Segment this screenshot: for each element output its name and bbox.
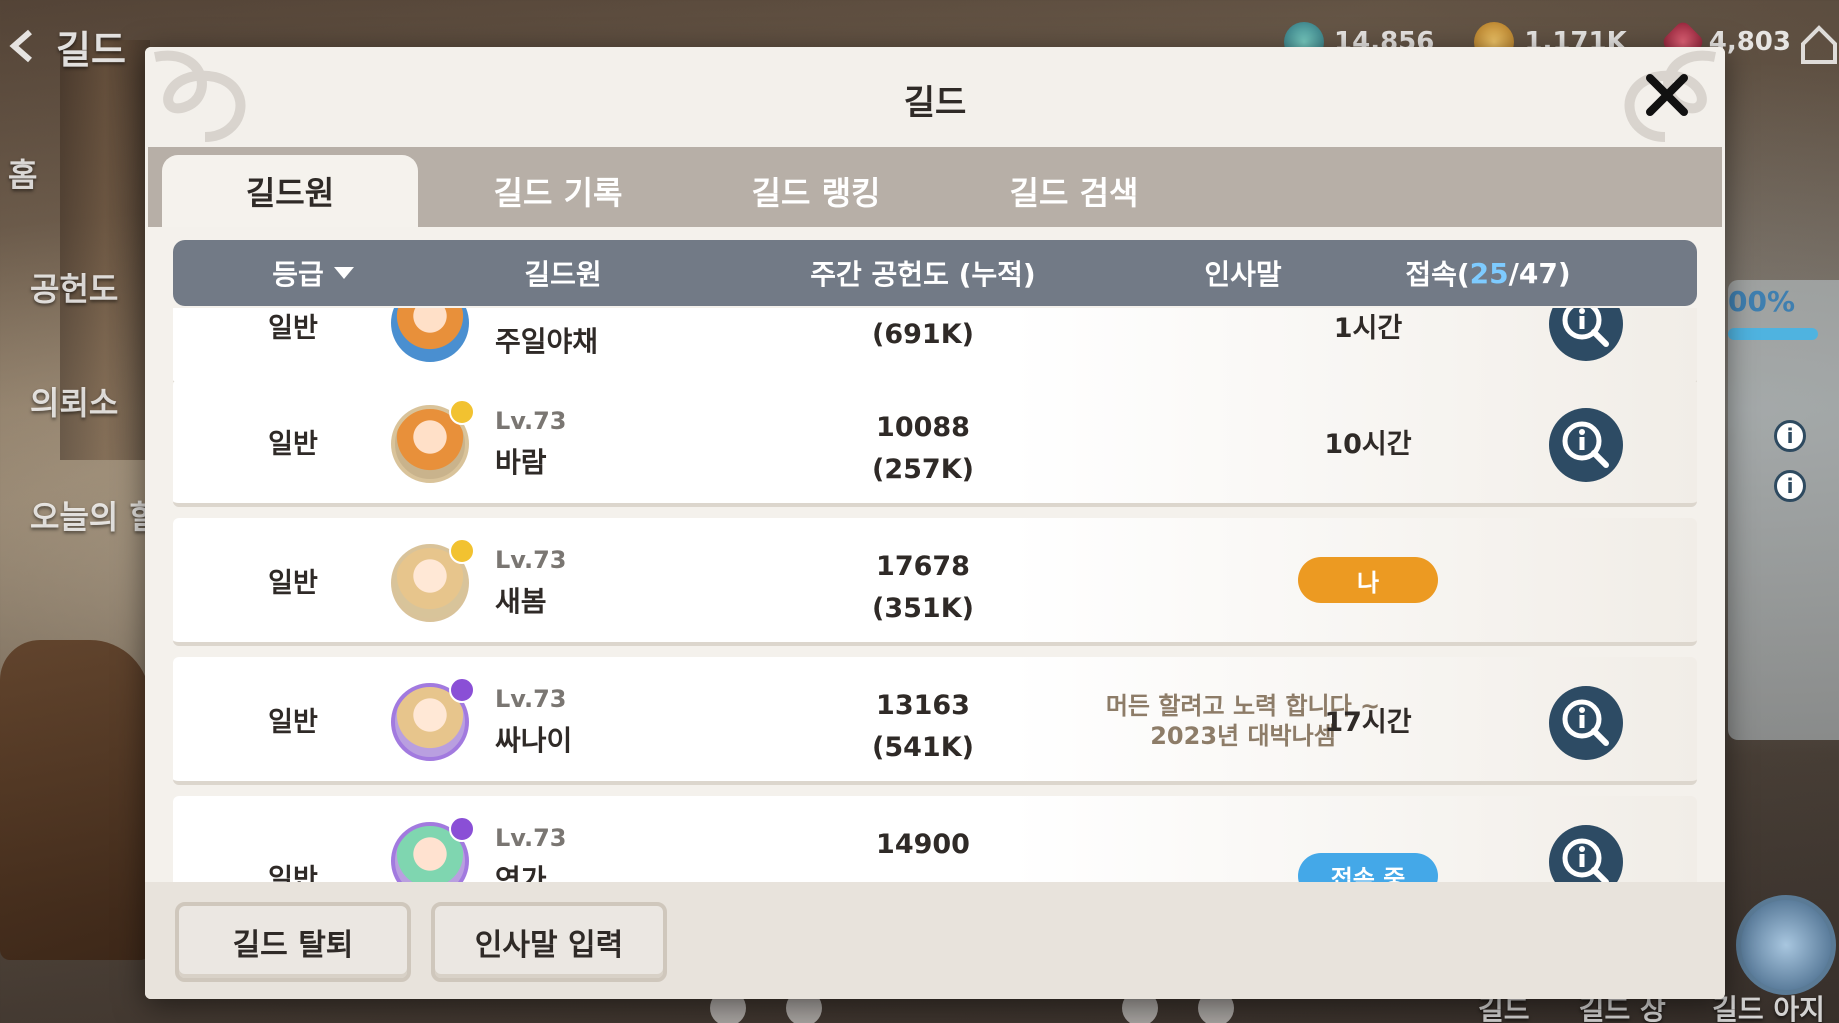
home-icon[interactable] — [1799, 22, 1839, 66]
top-nav: 길드 — [0, 18, 126, 74]
bottom-nav-hideout[interactable]: 길드 아지트 — [1712, 988, 1839, 1023]
tab-ranking[interactable]: 길드 랭킹 — [688, 155, 944, 227]
column-access: 접속(25/47) — [1353, 240, 1623, 306]
member-row[interactable]: 일반 Lv.73 싸나이 13163 (541K) 머든 할려고 노력 합니다 … — [173, 657, 1697, 785]
tab-records[interactable]: 길드 기록 — [430, 155, 686, 227]
member-total-contribution: (257K) — [872, 454, 974, 485]
member-grade: 일반 — [268, 567, 318, 599]
modal-title: 길드 — [903, 83, 967, 123]
left-menu: 홈 공헌도 의뢰소 오늘의 할 — [8, 150, 159, 540]
member-total-contribution: (351K) — [872, 593, 974, 624]
member-status: 1시간 — [1333, 313, 1403, 344]
member-status: 17시간 — [1324, 706, 1412, 738]
enter-greeting-button[interactable]: 인사말 입력 — [431, 902, 667, 982]
member-grade: 일반 — [268, 706, 318, 738]
column-greeting: 인사말 — [1093, 240, 1393, 306]
caret-down-icon — [333, 267, 354, 279]
member-contribution: 17678 (351K) — [773, 546, 1073, 630]
guild-modal: 길드 길드원 길드 기록 길드 랭킹 길드 검색 등급 길드원 주간 공헌도 (… — [145, 47, 1725, 999]
side-percent: 00% — [1728, 285, 1796, 318]
column-grade-label: 등급 — [272, 258, 324, 291]
member-name: 새봄 — [495, 585, 547, 618]
member-row[interactable]: 일반 Lv.73 바람 10088 (257K) 10시간 — [173, 379, 1697, 507]
member-status: 10시간 — [1324, 428, 1412, 460]
member-name: 주일야채 — [495, 325, 599, 358]
member-contribution: 10088 (257K) — [773, 407, 1073, 491]
gold-badge-icon — [449, 538, 475, 564]
member-level: Lv.73 — [495, 824, 567, 852]
member-weekly-contribution: 14900 — [876, 829, 970, 860]
me-badge: 나 — [1298, 557, 1438, 603]
member-list[interactable]: 일반 주일야채 (691K) 1시간 일반 Lv.73 바람 10088 (25… — [145, 308, 1725, 928]
member-name: 싸나이 — [495, 724, 573, 757]
modal-footer: 길드 탈퇴 인사말 입력 — [145, 882, 1725, 999]
background-side-panel — [1728, 280, 1839, 740]
close-icon — [1646, 74, 1688, 116]
column-access-prefix: 접속( — [1405, 258, 1470, 291]
left-menu-request[interactable]: 의뢰소 — [30, 378, 159, 426]
table-header: 등급 길드원 주간 공헌도 (누적) 인사말 접속(25/47) — [173, 240, 1697, 306]
column-grade-sort[interactable]: 등급 — [213, 240, 413, 306]
nav-title: 길드 — [56, 27, 126, 72]
member-avatar — [391, 399, 475, 483]
column-member-label: 길드원 — [524, 258, 602, 291]
tab-members[interactable]: 길드원 — [162, 155, 418, 227]
side-progress-bar — [1728, 328, 1818, 340]
left-menu-home[interactable]: 홈 — [8, 150, 159, 198]
member-grade: 일반 — [268, 313, 318, 344]
close-button[interactable] — [1637, 65, 1697, 125]
column-access-online: 25 — [1469, 256, 1509, 290]
member-avatar — [391, 308, 469, 362]
member-weekly-contribution: 10088 — [876, 412, 970, 443]
left-menu-today[interactable]: 오늘의 할 — [30, 492, 159, 540]
column-greeting-label: 인사말 — [1204, 258, 1282, 291]
member-grade: 일반 — [268, 428, 318, 460]
member-info-button[interactable] — [1549, 686, 1623, 760]
member-row[interactable]: 일반 주일야채 (691K) 1시간 — [173, 308, 1697, 386]
column-access-total: /47) — [1508, 256, 1571, 290]
member-status: 나 — [1263, 518, 1473, 642]
member-level: Lv.73 — [495, 685, 567, 713]
tab-bar: 길드원 길드 기록 길드 랭킹 길드 검색 — [148, 147, 1722, 227]
member-avatar — [391, 677, 475, 761]
side-info-icons: i i — [1774, 420, 1806, 502]
info-icon[interactable]: i — [1774, 470, 1806, 502]
member-level: Lv.73 — [495, 407, 567, 435]
member-row[interactable]: 일반 Lv.73 새봄 17678 (351K) 나 — [173, 518, 1697, 646]
tab-search[interactable]: 길드 검색 — [946, 155, 1202, 227]
member-level: Lv.73 — [495, 546, 567, 574]
magnifier-info-icon — [1562, 421, 1609, 468]
gold-badge-icon — [449, 399, 475, 425]
info-icon[interactable]: i — [1774, 420, 1806, 452]
member-info-button[interactable] — [1549, 408, 1623, 482]
column-contribution-label: 주간 공헌도 (누적) — [810, 258, 1036, 291]
background-chair — [0, 640, 150, 960]
back-arrow-icon[interactable] — [0, 22, 48, 70]
left-menu-contribution[interactable]: 공헌도 — [30, 264, 159, 312]
member-contribution: 14900 — [773, 824, 1073, 866]
magnifier-info-icon — [1562, 308, 1609, 347]
modal-header: 길드 — [145, 47, 1725, 147]
column-member: 길드원 — [443, 240, 683, 306]
guild-emblem-icon[interactable] — [1736, 895, 1836, 995]
purple-badge-icon — [449, 677, 475, 703]
magnifier-info-icon — [1562, 699, 1609, 746]
member-info-button[interactable] — [1549, 308, 1623, 361]
leave-guild-button[interactable]: 길드 탈퇴 — [175, 902, 411, 982]
column-contribution: 주간 공헌도 (누적) — [713, 240, 1133, 306]
member-avatar — [391, 538, 475, 622]
purple-badge-icon — [449, 816, 475, 842]
member-weekly-contribution: 17678 — [876, 551, 970, 582]
member-name: 바람 — [495, 446, 547, 479]
member-contribution: (691K) — [773, 314, 1073, 356]
member-total-contribution: (691K) — [872, 319, 974, 350]
